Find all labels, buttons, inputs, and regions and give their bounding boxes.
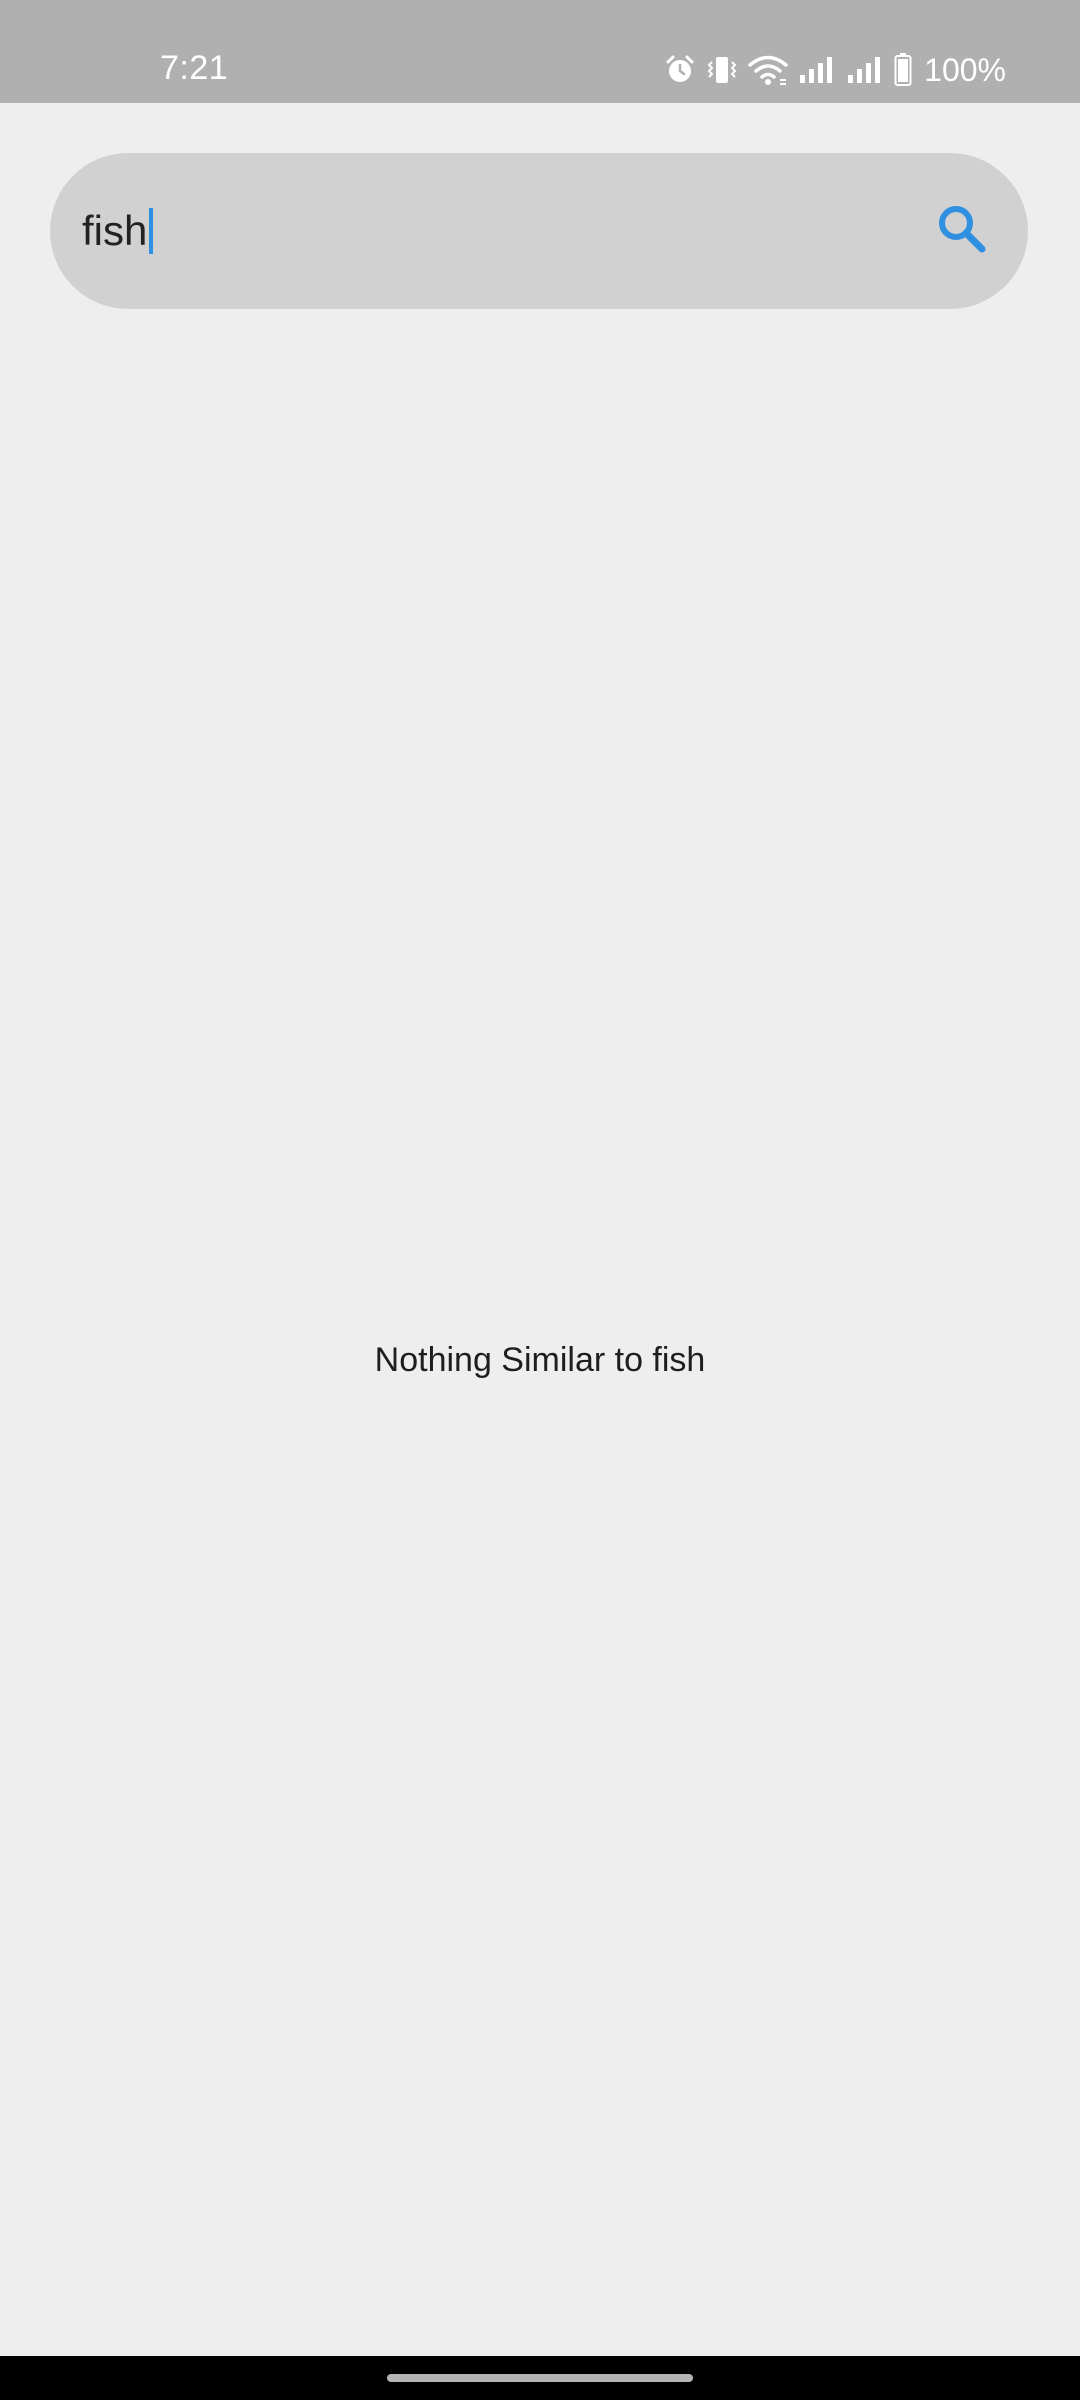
signal-icon (798, 55, 836, 85)
status-icons: 100% (664, 50, 1006, 90)
wifi-icon (748, 54, 788, 86)
battery-icon (894, 53, 912, 87)
status-bar: 7:21 100% (0, 0, 1080, 103)
empty-results-message: Nothing Similar to fish (374, 1341, 706, 1379)
signal-icon (846, 55, 884, 85)
battery-percent: 100% (924, 52, 1006, 88)
search-bar: fish (50, 153, 1028, 309)
search-icon (936, 203, 988, 260)
search-input[interactable]: fish (82, 201, 932, 261)
app-screen: 7:21 100% fish Nothing Similar to fish (0, 0, 1080, 2400)
search-button[interactable] (932, 201, 992, 261)
navigation-bar (0, 2356, 1080, 2400)
vibrate-icon (706, 53, 738, 87)
alarm-icon (664, 54, 696, 86)
text-cursor (149, 208, 154, 254)
search-input-value: fish (82, 207, 148, 254)
status-time: 7:21 (160, 49, 229, 87)
home-indicator[interactable] (387, 2374, 693, 2382)
